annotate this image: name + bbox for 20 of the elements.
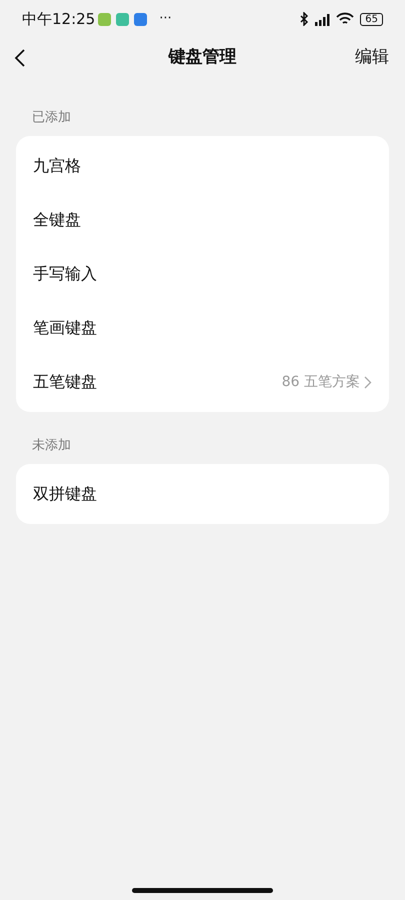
keyboard-item[interactable]: 笔画键盘 xyxy=(33,316,97,340)
wifi-icon xyxy=(336,12,354,26)
keyboard-item[interactable]: 五笔键盘 xyxy=(33,370,97,394)
status-time: 中午12:25 xyxy=(22,8,96,30)
signal-icon xyxy=(313,12,332,26)
keyboard-item[interactable]: 手写输入 xyxy=(33,262,97,286)
app-icon xyxy=(116,12,130,26)
bluetooth-icon xyxy=(300,12,310,26)
edit-button[interactable]: 编辑 xyxy=(355,45,389,71)
keyboard-item[interactable]: 全键盘 xyxy=(33,208,81,232)
chevron-icon xyxy=(364,376,372,388)
page-title: 键盘管理 xyxy=(168,46,236,70)
keyboard-item[interactable]: 九宫格 xyxy=(33,154,81,178)
more-notifications: ··· xyxy=(159,10,172,28)
app-icon xyxy=(134,12,148,26)
battery-indicator: 65 xyxy=(360,12,383,26)
section-header: 未添加 xyxy=(32,438,71,453)
keyboard-item[interactable]: 双拼键盘 xyxy=(33,482,97,506)
app-icon xyxy=(98,12,112,26)
section-header: 已添加 xyxy=(32,110,71,125)
